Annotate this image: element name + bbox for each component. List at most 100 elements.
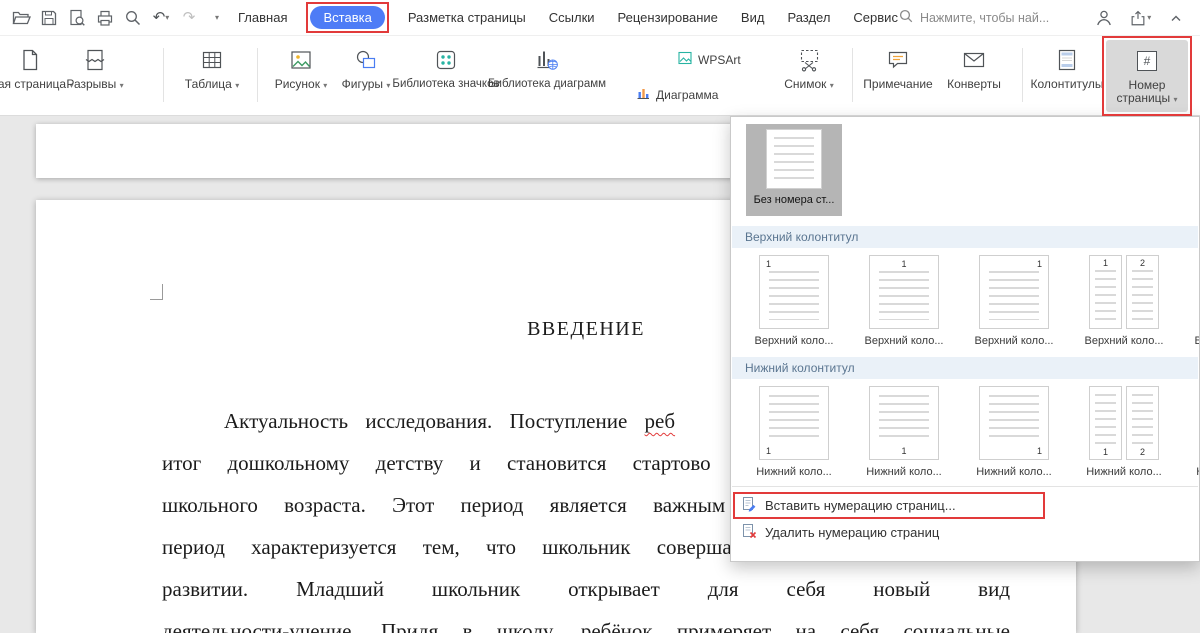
save-icon[interactable] bbox=[38, 7, 60, 29]
page-number-icon: # bbox=[1137, 43, 1157, 79]
page-number-digit: 1 bbox=[1102, 447, 1109, 457]
page-number-option-top-center[interactable]: 1 Верхний коло... bbox=[856, 255, 952, 347]
shapes-button[interactable]: Фигуры ▾ bbox=[336, 42, 396, 108]
redo-icon: ↷ bbox=[182, 8, 196, 26]
insert-numbering-icon bbox=[741, 496, 757, 515]
page-number-option-bottom-left[interactable]: 1 Нижний коло... bbox=[746, 386, 842, 478]
page-number-digit: 1 bbox=[1036, 259, 1042, 269]
page-number-option-bottom-right[interactable]: 1 Нижний коло... bbox=[966, 386, 1062, 478]
breaks-icon bbox=[82, 42, 108, 78]
tab-view[interactable]: Вид bbox=[741, 10, 765, 25]
diagram-library-button[interactable]: Библиотека диаграмм bbox=[488, 42, 606, 108]
icon-library-icon bbox=[433, 42, 459, 78]
dropdown-arrow-icon: ▾ bbox=[386, 81, 391, 90]
find-replace-icon[interactable] bbox=[122, 7, 144, 29]
comment-button[interactable]: Примечание bbox=[860, 42, 936, 108]
tab-section[interactable]: Раздел bbox=[787, 10, 830, 25]
page-number-digit: 2 bbox=[1139, 258, 1146, 268]
chart-label: Диаграмма bbox=[656, 87, 719, 102]
tab-review[interactable]: Рецензирование bbox=[618, 10, 718, 25]
header-footer-icon bbox=[1054, 42, 1080, 78]
option-label: Нижний коло... bbox=[1086, 466, 1162, 478]
undo-arrow-icon[interactable]: ▾ bbox=[165, 13, 169, 22]
diagram-library-icon bbox=[534, 42, 560, 78]
option-label: Нижний коло... bbox=[1196, 466, 1199, 478]
page-number-option-top-right[interactable]: 1 Верхний коло... bbox=[966, 255, 1062, 347]
icon-library-button[interactable]: Библиотека значков bbox=[392, 42, 500, 108]
screenshot-button[interactable]: Снимок ▾ bbox=[776, 42, 842, 108]
search-placeholder: Нажмите, чтобы най... bbox=[919, 10, 1050, 25]
breaks-button[interactable]: Разрывы ▾ bbox=[62, 42, 128, 108]
page-number-option-top-outside[interactable]: 1 2 Верхний коло... bbox=[1076, 255, 1172, 347]
print-preview-icon[interactable] bbox=[66, 7, 88, 29]
envelope-icon bbox=[961, 42, 987, 78]
option-label: Нижний коло... bbox=[976, 466, 1052, 478]
page-number-dropdown: Без номера ст... Верхний колонтитул 1 Ве… bbox=[730, 116, 1200, 562]
paragraph-line: деятельности-учение. Придя в школу, ребё… bbox=[162, 619, 1010, 633]
art-chart-group: WPSArt Диаграмма bbox=[635, 50, 741, 104]
dropdown-arrow-icon: ▾ bbox=[119, 81, 124, 90]
search-input[interactable]: Нажмите, чтобы най... bbox=[898, 8, 1049, 27]
header-footer-button[interactable]: Колонтитулы bbox=[1028, 42, 1106, 108]
tab-insert[interactable]: Вставка bbox=[306, 2, 389, 33]
page-number-option-bottom-extra[interactable]: 1 Нижний коло... bbox=[1186, 386, 1199, 478]
comment-icon bbox=[885, 42, 911, 78]
page-thumbnail bbox=[766, 129, 822, 189]
option-label: Верхний коло... bbox=[974, 335, 1054, 347]
customize-toolbar-icon[interactable]: ▾ bbox=[206, 7, 228, 29]
wps-writer-window: ↶ ▾ ↷ ▾ Главная Вставка Разметка страницы… bbox=[0, 0, 1200, 633]
option-label: Верхний коло... bbox=[864, 335, 944, 347]
option-label: Верхний коло... bbox=[1084, 335, 1164, 347]
tab-insert-label: Вставка bbox=[323, 10, 372, 25]
option-label: Без номера ст... bbox=[753, 194, 835, 206]
wpsart-label: WPSArt bbox=[698, 52, 741, 67]
wpsart-button[interactable]: WPSArt bbox=[677, 50, 741, 69]
table-button[interactable]: Таблица ▾ bbox=[178, 42, 246, 108]
dropdown-arrow-icon: ▾ bbox=[829, 81, 834, 90]
footer-section-title: Нижний колонтитул bbox=[732, 357, 1198, 379]
page-number-option-bottom-center[interactable]: 1 Нижний коло... bbox=[856, 386, 952, 478]
delete-numbering-label: Удалить нумерацию страниц bbox=[765, 525, 940, 540]
insert-numbering-label: Вставить нумерацию страниц... bbox=[765, 498, 956, 513]
page-number-digit: 1 bbox=[901, 259, 907, 269]
option-label: Верхний коло... bbox=[1194, 335, 1199, 347]
tab-home[interactable]: Главная bbox=[238, 10, 287, 25]
delete-numbering-icon bbox=[741, 523, 757, 542]
delete-page-numbering-item[interactable]: Удалить нумерацию страниц bbox=[731, 519, 1199, 546]
account-icon[interactable] bbox=[1093, 7, 1115, 29]
dropdown-arrow-icon: ▾ bbox=[235, 81, 240, 90]
undo-icon[interactable]: ↶ ▾ bbox=[150, 7, 172, 29]
tab-references[interactable]: Ссылки bbox=[549, 10, 595, 25]
page-number-option-bottom-outside[interactable]: 1 2 Нижний коло... bbox=[1076, 386, 1172, 478]
envelopes-button[interactable]: Конверты bbox=[940, 42, 1008, 108]
wpsart-icon bbox=[677, 50, 693, 69]
no-page-number-option[interactable]: Без номера ст... bbox=[746, 124, 842, 216]
dropdown-arrow-icon: ▾ bbox=[323, 81, 328, 90]
title-menu-bar: ↶ ▾ ↷ ▾ Главная Вставка Разметка страницы… bbox=[0, 0, 1200, 36]
chart-button[interactable]: Диаграмма bbox=[635, 85, 718, 104]
open-file-icon[interactable] bbox=[10, 7, 32, 29]
share-icon[interactable]: ▾ bbox=[1129, 7, 1151, 29]
dropdown-arrow-icon: ▾ bbox=[1173, 95, 1178, 104]
print-icon[interactable] bbox=[94, 7, 116, 29]
tab-tools[interactable]: Сервис bbox=[853, 10, 898, 25]
collapse-ribbon-icon[interactable] bbox=[1165, 7, 1187, 29]
chart-icon bbox=[635, 85, 651, 104]
page-number-option-top-left[interactable]: 1 Верхний коло... bbox=[746, 255, 842, 347]
share-arrow-icon[interactable]: ▾ bbox=[1147, 13, 1151, 22]
page-number-button[interactable]: # Номер страницы ▾ bbox=[1102, 36, 1192, 116]
no-number-row: Без номера ст... bbox=[731, 117, 1199, 216]
menu-tabs: Главная Вставка Разметка страницы Ссылки… bbox=[238, 2, 898, 33]
page-number-digit: 1 bbox=[1036, 446, 1042, 456]
option-label: Верхний коло... bbox=[754, 335, 834, 347]
shapes-icon bbox=[353, 42, 379, 78]
header-section-title: Верхний колонтитул bbox=[732, 226, 1198, 248]
paragraph-line: развитии. Младший школьник открывает для… bbox=[162, 577, 1010, 601]
picture-button[interactable]: Рисунок ▾ bbox=[270, 42, 332, 108]
insert-page-numbering-item[interactable]: Вставить нумерацию страниц... bbox=[731, 492, 1199, 519]
page-number-option-top-extra[interactable]: 1 Верхний коло... bbox=[1186, 255, 1199, 347]
page-number-digit: 1 bbox=[1102, 258, 1109, 268]
quick-access-toolbar: ↶ ▾ ↷ ▾ bbox=[0, 7, 238, 29]
tab-page-layout[interactable]: Разметка страницы bbox=[408, 10, 526, 25]
option-label: Нижний коло... bbox=[866, 466, 942, 478]
